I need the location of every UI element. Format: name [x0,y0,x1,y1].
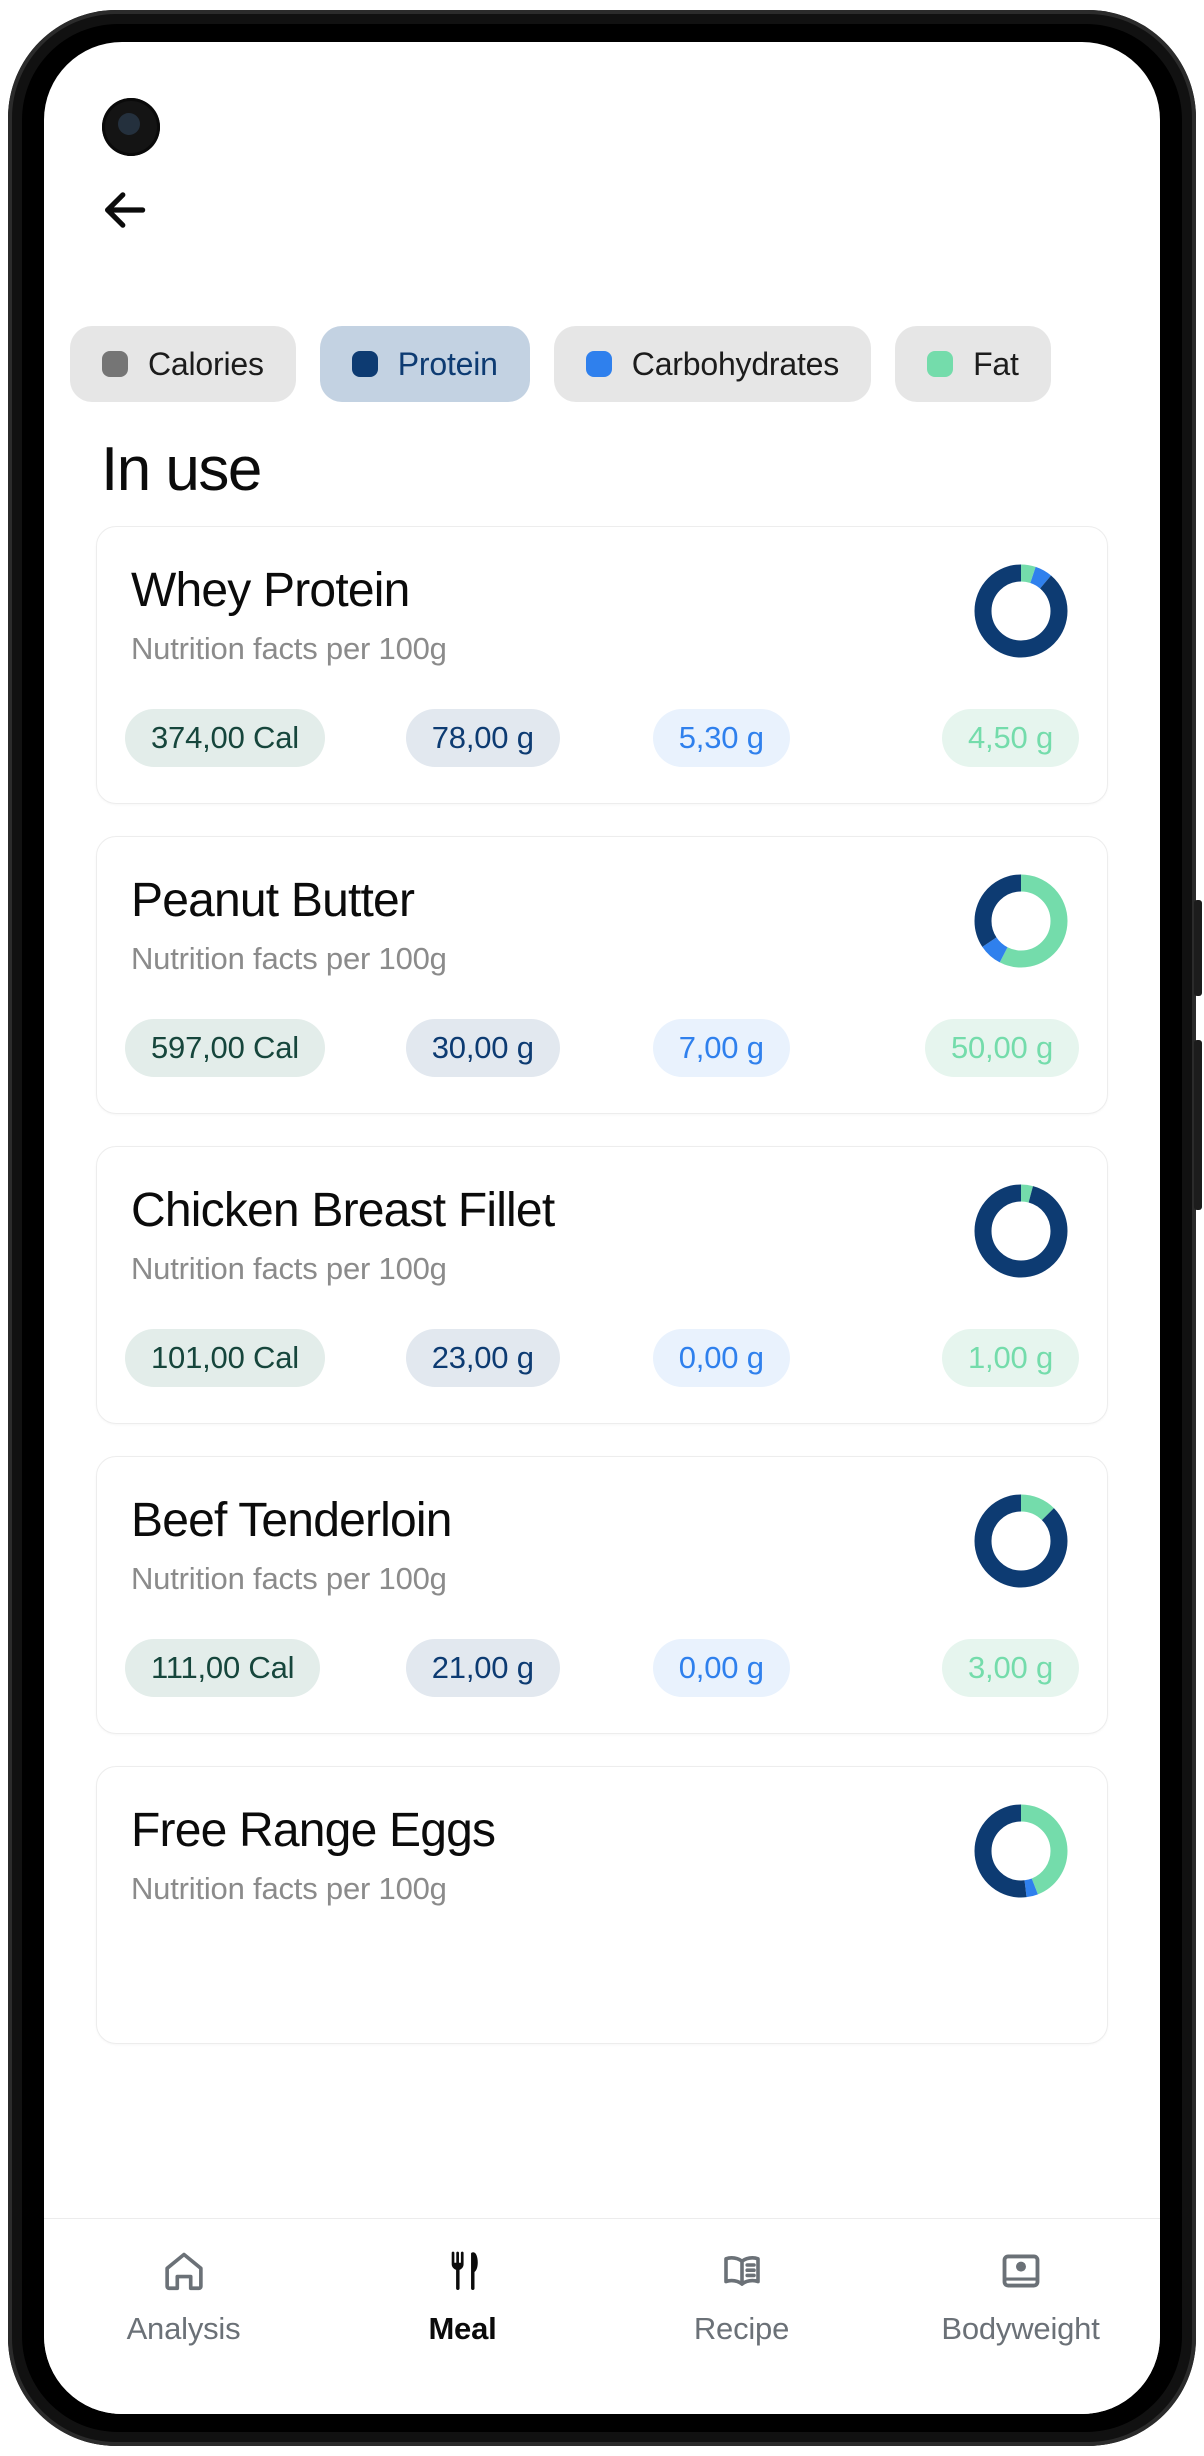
food-subtitle: Nutrition facts per 100g [131,941,447,976]
food-name: Whey Protein [131,564,410,617]
filter-chip-label: Calories [148,345,264,382]
macro-donut-chart [969,559,1073,663]
nutrient-pill-fat: 50,00 g [924,1019,1079,1077]
nutrient-pill-slot: 5,30 g [602,709,841,767]
nutrient-pill-slot: 0,00 g [602,1329,841,1387]
macro-donut-chart [969,1179,1073,1283]
filter-chip-dot-icon [102,351,128,377]
food-name: Peanut Butter [131,874,415,927]
nutrient-pill-slot: 3,00 g [841,1639,1086,1697]
nutrient-pill-protein: 30,00 g [405,1019,560,1077]
food-card[interactable]: Chicken Breast Fillet Nutrition facts per… [96,1146,1108,1424]
macro-donut-chart [969,1489,1073,1593]
nutrient-filter-chips[interactable]: Calories Protein Carbohydrates Fat [44,316,1160,412]
nutrient-pill-row: 374,00 Cal 78,00 g 5,30 g 4,50 g [119,709,1085,767]
nutrient-pill-slot: 101,00 Cal [119,1329,364,1387]
filter-chip-carbohydrates[interactable]: Carbohydrates [553,326,872,402]
nav-item-label: Meal [428,2311,497,2346]
nutrient-pill-carbs: 5,30 g [652,709,790,767]
nav-item-recipe[interactable]: Recipe [602,2245,881,2347]
food-name: Free Range Eggs [131,1804,496,1857]
nutrient-pill-carbs: 0,00 g [652,1639,790,1697]
bottom-navigation[interactable]: Analysis Meal Recipe Bodyweight [44,2218,1160,2414]
scale-icon [998,2245,1044,2297]
nutrient-pill-protein: 21,00 g [405,1639,560,1697]
nutrient-pill-row: 111,00 Cal 21,00 g 0,00 g 3,00 g [119,1639,1085,1697]
filter-chip-fat[interactable]: Fat [895,326,1051,402]
nutrient-pill-fat: 3,00 g [942,1639,1079,1697]
nav-item-bodyweight[interactable]: Bodyweight [881,2245,1160,2347]
food-card[interactable]: Whey Protein Nutrition facts per 100g 374,… [96,526,1108,804]
food-subtitle: Nutrition facts per 100g [131,631,447,666]
food-subtitle: Nutrition facts per 100g [131,1561,447,1596]
nutrient-pill-slot: 374,00 Cal [119,709,364,767]
book-icon [718,2245,766,2297]
food-card-list[interactable]: Whey Protein Nutrition facts per 100g 374,… [44,526,1160,2186]
nutrient-pill-calories: 374,00 Cal [125,709,325,767]
filter-chip-dot-icon [351,351,378,377]
back-button[interactable] [84,170,164,250]
nutrient-pill-fat: 1,00 g [942,1329,1079,1387]
nutrient-pill-calories: 101,00 Cal [125,1329,325,1387]
filter-chip-dot-icon [585,351,612,377]
nav-item-label: Recipe [693,2311,790,2346]
nutrient-pill-slot: 30,00 g [364,1019,603,1077]
volume-button[interactable] [1194,1040,1202,1210]
nutrient-pill-slot: 78,00 g [364,709,603,767]
nutrient-pill-carbs: 7,00 g [652,1019,790,1077]
food-card[interactable]: Beef Tenderloin Nutrition facts per 100g 1… [96,1456,1108,1734]
nutrient-pill-slot: 7,00 g [602,1019,841,1077]
page-title: In use [101,435,262,504]
nutrient-pill-slot: 21,00 g [364,1639,603,1697]
arrow-left-icon [105,192,146,228]
food-subtitle: Nutrition facts per 100g [131,1871,447,1906]
food-name: Beef Tenderloin [131,1494,453,1547]
app-root: Calories Protein Carbohydrates Fat In use W… [44,42,1160,2414]
nutrient-pill-calories: 597,00 Cal [125,1019,325,1077]
front-camera [102,98,160,156]
phone-mockup: Calories Protein Carbohydrates Fat In use W… [0,0,1204,2456]
nutrient-pill-fat: 4,50 g [942,709,1079,767]
nutrient-pill-calories: 111,00 Cal [125,1639,321,1697]
food-name: Chicken Breast Fillet [131,1184,555,1237]
macro-donut-chart [969,869,1073,973]
filter-chip-label: Protein [397,345,498,382]
nutrient-pill-slot: 50,00 g [841,1019,1086,1077]
macro-donut-chart [969,1799,1073,1903]
power-button[interactable] [1194,900,1202,996]
nutrient-pill-slot: 4,50 g [841,709,1086,767]
food-card[interactable]: Free Range Eggs Nutrition facts per 100g [96,1766,1108,2044]
nutrient-pill-carbs: 0,00 g [652,1329,790,1387]
nutrient-pill-slot: 111,00 Cal [119,1639,364,1697]
nutrient-pill-row [119,1949,1085,2007]
nav-item-label: Bodyweight [941,2311,1100,2346]
nav-item-label: Analysis [126,2311,241,2346]
nutrient-pill-protein: 23,00 g [405,1329,560,1387]
app-header [44,170,1160,250]
nav-item-meal[interactable]: Meal [323,2245,602,2347]
cutlery-icon [440,2245,486,2297]
home-icon [161,2245,207,2297]
filter-chip-label: Fat [973,345,1019,382]
nav-item-analysis[interactable]: Analysis [44,2245,323,2347]
filter-chip-label: Carbohydrates [631,345,840,382]
nutrient-pill-slot: 0,00 g [602,1639,841,1697]
nutrient-pill-row: 101,00 Cal 23,00 g 0,00 g 1,00 g [119,1329,1085,1387]
nutrient-pill-slot: 23,00 g [364,1329,603,1387]
nutrient-pill-slot: 597,00 Cal [119,1019,364,1077]
filter-chip-calories[interactable]: Calories [70,326,296,402]
food-subtitle: Nutrition facts per 100g [131,1251,447,1286]
filter-chip-protein[interactable]: Protein [319,326,530,402]
nutrient-pill-row: 597,00 Cal 30,00 g 7,00 g 50,00 g [119,1019,1085,1077]
nutrient-pill-slot: 1,00 g [841,1329,1086,1387]
phone-screen: Calories Protein Carbohydrates Fat In use W… [44,42,1160,2414]
food-card[interactable]: Peanut Butter Nutrition facts per 100g 597… [96,836,1108,1114]
filter-chip-dot-icon [927,351,954,377]
nutrient-pill-protein: 78,00 g [405,709,560,767]
